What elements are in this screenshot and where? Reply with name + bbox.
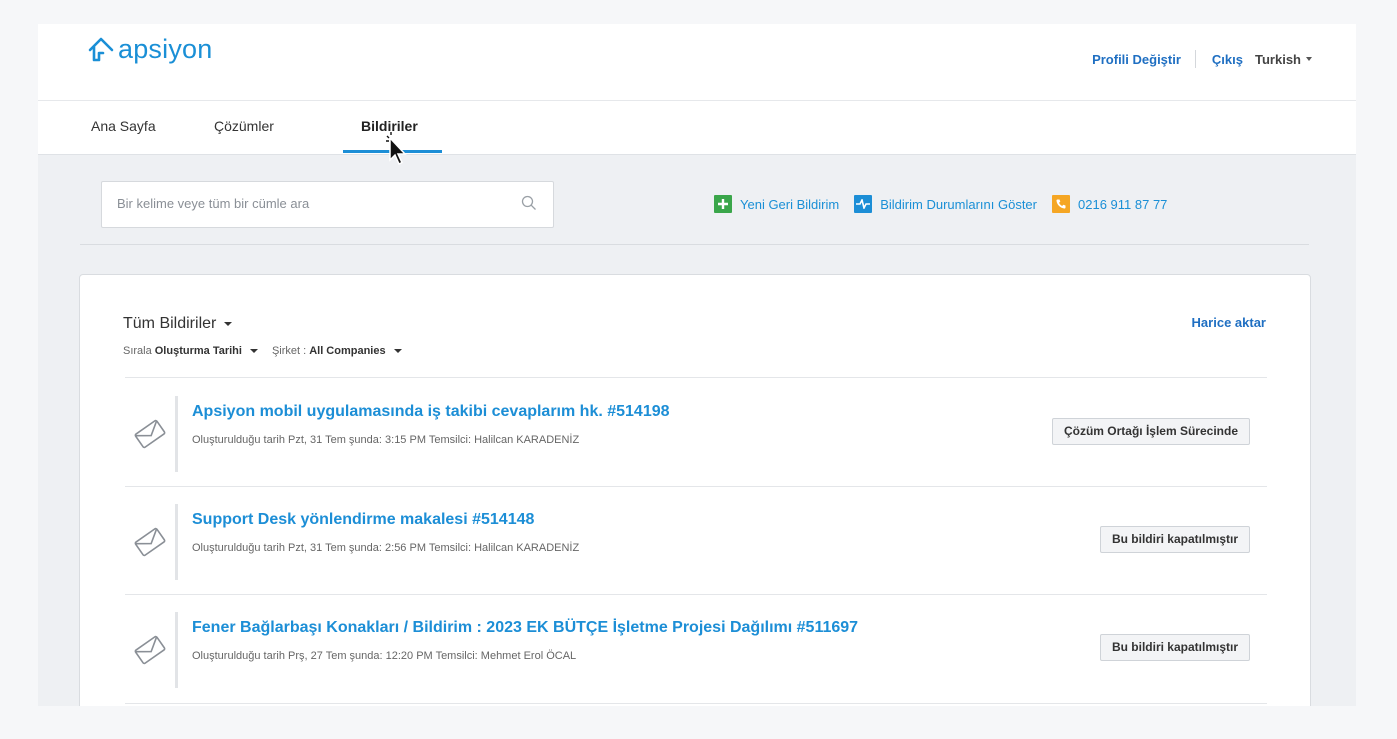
- ticket-row[interactable]: Support Desk yönlendirme makalesi #51414…: [125, 504, 1267, 580]
- envelope-icon: [125, 396, 178, 472]
- status-badge: Çözüm Ortağı İşlem Sürecinde: [1051, 418, 1250, 445]
- search-icon[interactable]: [521, 195, 537, 211]
- chevron-down-icon: [224, 322, 233, 326]
- logo-text: apsiyon: [118, 34, 213, 64]
- divider: [80, 244, 1309, 245]
- row-divider: [125, 486, 1267, 487]
- search-input[interactable]: [102, 182, 517, 225]
- envelope-icon: [125, 612, 178, 688]
- chevron-down-icon[interactable]: [393, 349, 402, 353]
- mouse-cursor-icon: [386, 132, 407, 166]
- show-statuses-label: Bildirim Durumlarını Göster: [880, 196, 1037, 212]
- row-divider: [125, 594, 1267, 595]
- status-badge: Bu bildiri kapatılmıştır: [1099, 526, 1250, 553]
- tickets-card: Tüm Bildiriler Sırala Oluşturma Tarihi Ş…: [79, 274, 1311, 706]
- plus-icon: [714, 195, 732, 213]
- search-box: [101, 181, 554, 228]
- sort-bar: Sırala Oluşturma Tarihi Şirket : All Com…: [123, 345, 416, 357]
- logout-link[interactable]: Çıkış: [1212, 52, 1243, 67]
- header-divider: [1194, 50, 1196, 68]
- row-divider: [125, 377, 1267, 378]
- status-badge: Bu bildiri kapatılmıştır: [1099, 634, 1250, 661]
- row-divider: [125, 703, 1267, 704]
- phone-icon: [1052, 195, 1070, 213]
- top-header: apsiyon Profili Değiştir Çıkış Turkish: [38, 24, 1356, 101]
- new-feedback-link[interactable]: Yeni Geri Bildirim: [714, 195, 839, 213]
- ticket-row[interactable]: Fener Bağlarbaşı Konakları / Bildirim : …: [125, 612, 1267, 688]
- house-logo-icon: [88, 37, 114, 61]
- header-links: Profili Değiştir Çıkış Turkish: [1092, 50, 1312, 68]
- main-nav: Ana Sayfa Çözümler Bildiriler: [38, 101, 1356, 155]
- chevron-down-icon: [1306, 57, 1312, 61]
- ticket-row[interactable]: Apsiyon mobil uygulamasında iş takibi ce…: [125, 396, 1267, 472]
- action-links: Yeni Geri Bildirim Bildirim Durumlarını …: [714, 195, 1182, 213]
- activity-pulse-icon: [854, 195, 873, 213]
- chevron-down-icon[interactable]: [249, 349, 258, 353]
- company-dropdown[interactable]: All Companies: [309, 345, 385, 357]
- language-selector[interactable]: Turkish: [1255, 52, 1312, 67]
- ticket-title-link[interactable]: Apsiyon mobil uygulamasında iş takibi ce…: [192, 403, 670, 421]
- ticket-meta: Oluşturulduğu tarih Prş, 27 Tem şunda: 1…: [192, 650, 577, 662]
- ticket-title-link[interactable]: Support Desk yönlendirme makalesi #51414…: [192, 511, 534, 529]
- phone-link[interactable]: 0216 911 87 77: [1052, 195, 1167, 213]
- export-link[interactable]: Harice aktar: [1192, 315, 1266, 330]
- ticket-list-title: Tüm Bildiriler: [123, 315, 217, 332]
- ticket-title-link[interactable]: Fener Bağlarbaşı Konakları / Bildirim : …: [192, 619, 858, 637]
- phone-number: 0216 911 87 77: [1078, 196, 1168, 212]
- company-label: Şirket :: [271, 345, 307, 357]
- language-label: Turkish: [1255, 51, 1301, 67]
- ticket-meta: Oluşturulduğu tarih Pzt, 31 Tem şunda: 3…: [192, 434, 580, 446]
- envelope-icon: [125, 504, 178, 580]
- sort-label: Sırala: [123, 345, 152, 357]
- new-feedback-label: Yeni Geri Bildirim: [740, 196, 840, 212]
- logo[interactable]: apsiyon: [86, 34, 212, 65]
- sort-dropdown[interactable]: Oluşturma Tarihi: [155, 345, 242, 357]
- show-statuses-link[interactable]: Bildirim Durumlarını Göster: [854, 195, 1037, 213]
- app-frame: apsiyon Profili Değiştir Çıkış Turkish A…: [38, 24, 1356, 706]
- ticket-filter-dropdown[interactable]: Tüm Bildiriler: [123, 315, 233, 333]
- tab-home[interactable]: Ana Sayfa: [91, 118, 156, 134]
- ticket-meta: Oluşturulduğu tarih Pzt, 31 Tem şunda: 2…: [192, 542, 580, 554]
- tab-solutions[interactable]: Çözümler: [214, 118, 274, 134]
- change-profile-link[interactable]: Profili Değiştir: [1092, 52, 1181, 67]
